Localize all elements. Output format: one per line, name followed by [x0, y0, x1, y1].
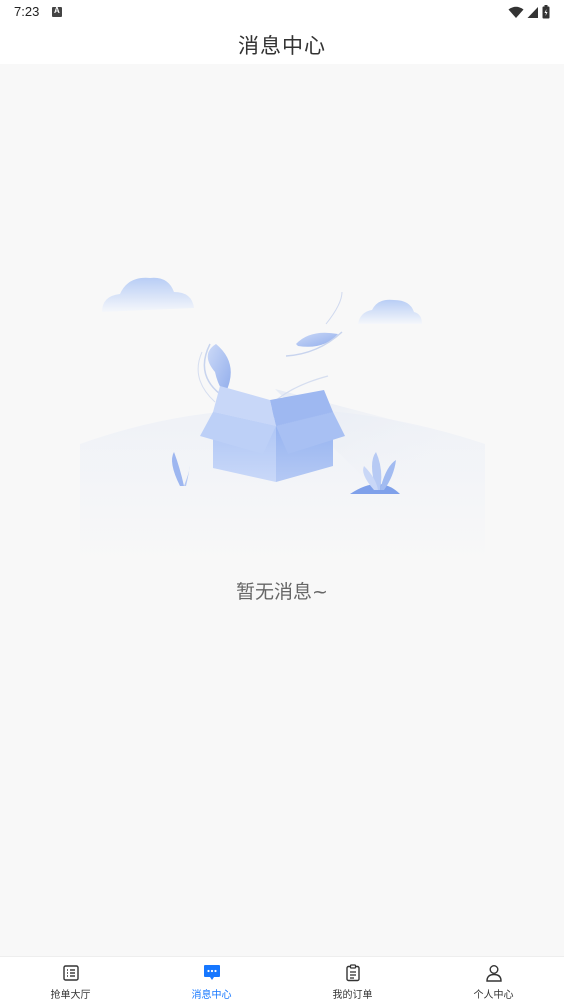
- wifi-icon: [508, 6, 524, 18]
- bottom-tab-bar: 抢单大厅 消息中心 我的订单 个人中心: [0, 956, 564, 1005]
- tab-message-center[interactable]: 消息中心: [141, 957, 282, 1005]
- message-icon: [203, 965, 220, 980]
- tab-label: 个人中心: [473, 990, 514, 1001]
- header: 消息中心: [0, 24, 564, 64]
- battery-icon: [542, 5, 550, 19]
- list-icon: [62, 965, 79, 981]
- a-icon: [52, 6, 62, 17]
- clipboard-icon: [345, 964, 360, 982]
- tab-order-hall[interactable]: 抢单大厅: [0, 957, 141, 1005]
- person-icon: [485, 965, 502, 982]
- status-icons: [508, 5, 550, 19]
- message-list-area: 暂无消息~: [0, 64, 564, 956]
- tab-my-orders[interactable]: 我的订单: [282, 957, 423, 1005]
- tab-personal-center[interactable]: 个人中心: [423, 957, 564, 1005]
- empty-message-text: 暂无消息~: [236, 581, 328, 603]
- status-time: 7:23: [14, 4, 40, 19]
- status-bar: 7:23: [0, 0, 564, 24]
- tab-label: 消息中心: [191, 990, 232, 1001]
- empty-box-illustration: [80, 277, 485, 564]
- page-title: 消息中心: [238, 34, 326, 58]
- tab-label: 抢单大厅: [50, 990, 91, 1001]
- tab-label: 我的订单: [332, 990, 373, 1001]
- signal-icon: [527, 6, 538, 18]
